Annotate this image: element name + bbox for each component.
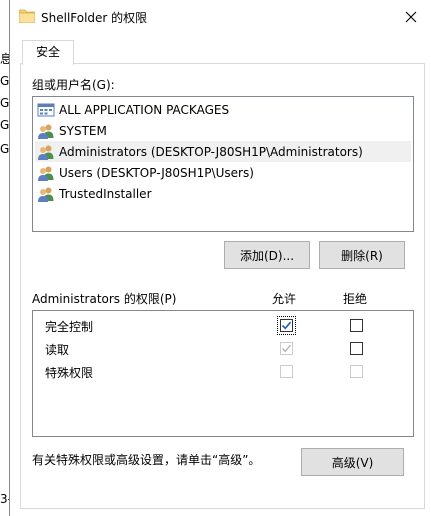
checkmark-icon xyxy=(281,321,292,330)
permissions-list: 完全控制 读取 特殊权限 xyxy=(32,310,414,437)
list-item-label: Administrators (DESKTOP-J80SH1P\Administ… xyxy=(59,144,363,159)
list-item[interactable]: ALL APPLICATION PACKAGES xyxy=(35,99,411,120)
special-deny-checkbox xyxy=(350,365,363,378)
permissions-label: Administrators 的权限(P) xyxy=(32,292,177,306)
permission-name: 读取 xyxy=(45,343,70,357)
read-allow-checkbox xyxy=(280,342,293,355)
permission-name: 特殊权限 xyxy=(45,366,94,380)
groups-list[interactable]: ALL APPLICATION PACKAGES SYSTEM Administ… xyxy=(32,96,414,232)
read-deny-checkbox[interactable] xyxy=(350,342,363,355)
background-text: G xyxy=(0,74,10,88)
window-title: ShellFolder 的权限 xyxy=(41,11,148,25)
list-item-label: Users (DESKTOP-J80SH1P\Users) xyxy=(59,165,254,180)
permissions-dialog: ShellFolder 的权限 安全 组或用户名(G): ALL APPLICA… xyxy=(9,0,431,516)
users-icon xyxy=(38,166,54,181)
list-item-label: ALL APPLICATION PACKAGES xyxy=(59,102,230,117)
background-text: G xyxy=(0,142,10,156)
users-icon xyxy=(38,145,54,160)
checkmark-icon xyxy=(282,344,292,353)
list-item[interactable]: Administrators (DESKTOP-J80SH1P\Administ… xyxy=(35,141,411,162)
title-bar[interactable]: ShellFolder 的权限 xyxy=(10,0,431,34)
close-icon xyxy=(405,11,417,23)
tab-security[interactable]: 安全 xyxy=(22,40,74,65)
advanced-hint: 有关特殊权限或高级设置，请单击“高级”。 xyxy=(32,453,261,467)
deny-column-header: 拒绝 xyxy=(343,292,368,306)
advanced-button[interactable]: 高级(V) xyxy=(301,448,404,476)
folder-icon xyxy=(19,9,35,23)
full-control-deny-checkbox[interactable] xyxy=(350,319,363,332)
background-text: G xyxy=(0,96,10,110)
list-item[interactable]: Users (DESKTOP-J80SH1P\Users) xyxy=(35,162,411,183)
list-item[interactable]: TrustedInstaller xyxy=(35,183,411,204)
users-icon xyxy=(38,187,54,202)
add-button[interactable]: 添加(D)... xyxy=(224,241,310,269)
users-icon xyxy=(38,124,54,139)
list-item-label: SYSTEM xyxy=(59,123,107,138)
groups-label: 组或用户名(G): xyxy=(32,78,115,92)
close-button[interactable] xyxy=(396,4,426,30)
permission-name: 完全控制 xyxy=(45,320,94,334)
list-item[interactable]: SYSTEM xyxy=(35,120,411,141)
app-packages-icon xyxy=(37,103,55,116)
special-allow-checkbox xyxy=(280,365,293,378)
list-item-label: TrustedInstaller xyxy=(59,186,152,201)
full-control-allow-checkbox[interactable] xyxy=(277,316,296,335)
remove-button[interactable]: 删除(R) xyxy=(319,241,405,269)
background-text: G xyxy=(0,118,10,132)
allow-column-header: 允许 xyxy=(272,292,297,306)
tab-strip: 安全 xyxy=(16,40,426,65)
